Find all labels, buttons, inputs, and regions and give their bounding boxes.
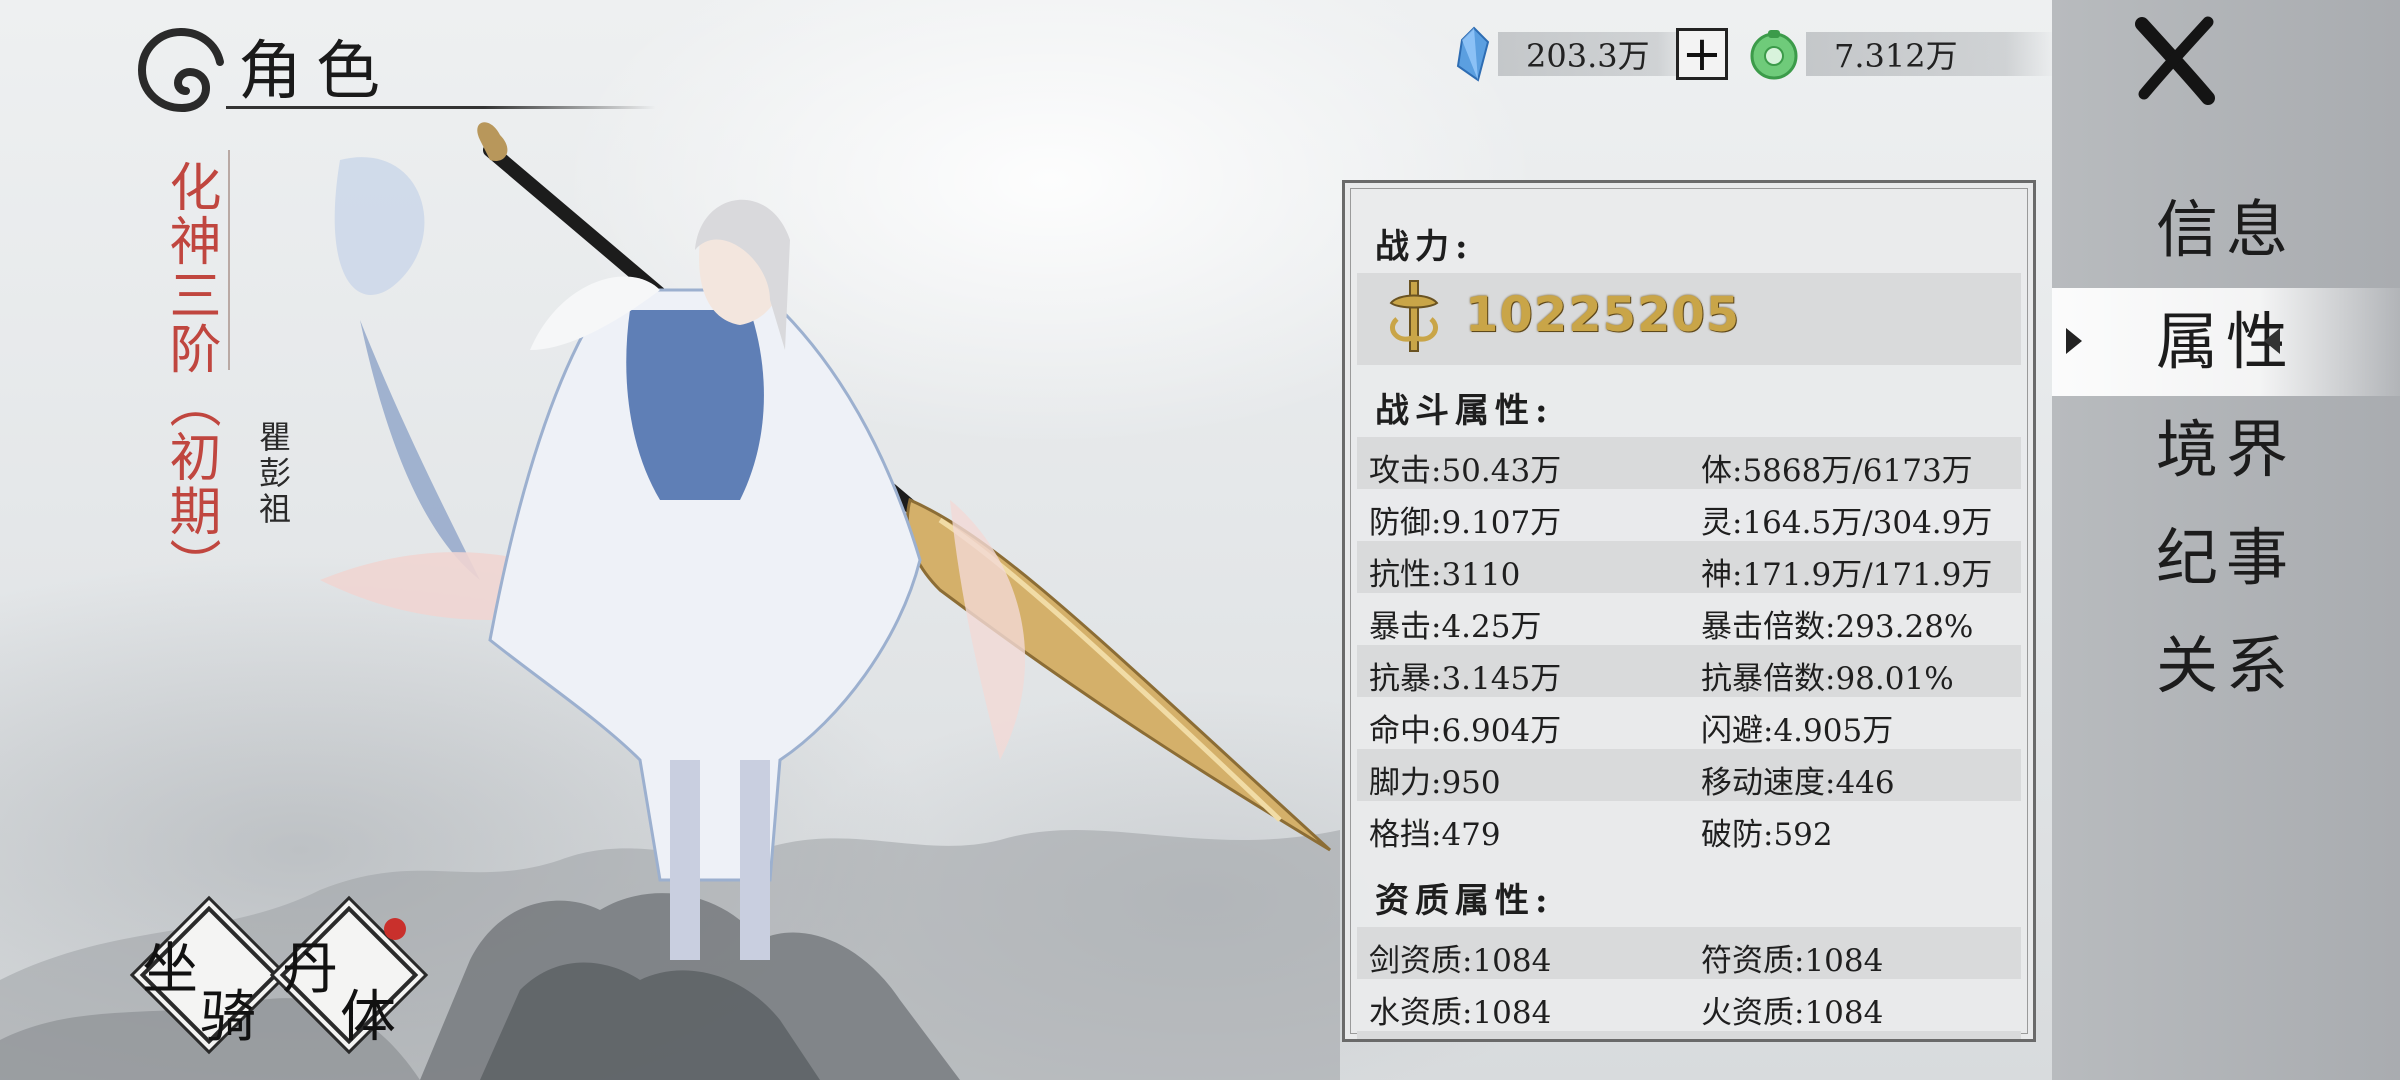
stat-talisman-aptitude: 符资质:1084 xyxy=(1701,943,1884,979)
stat-hit: 命中:6.904万 xyxy=(1369,713,1562,749)
stat-row: 防御:9.107万 灵:164.5万/304.9万 xyxy=(1357,489,2021,541)
stat-row: 脚力:950 移动速度:446 xyxy=(1357,749,2021,801)
active-tab-right-arrow-icon xyxy=(2264,328,2280,354)
stat-water-aptitude: 水资质:1084 xyxy=(1369,995,1552,1031)
combat-power-value: 10225205 xyxy=(1465,287,1741,343)
stat-crit: 暴击:4.25万 xyxy=(1369,609,1542,645)
cultivation-realm: 化神三阶（初期） xyxy=(160,160,220,592)
active-tab-left-arrow-icon xyxy=(2066,328,2082,354)
stat-crit-multiplier: 暴击倍数:293.28% xyxy=(1701,609,1974,645)
jade-currency: 7.312万 xyxy=(1748,28,2056,80)
add-currency-button[interactable]: + xyxy=(1676,28,1728,80)
jade-coin-icon xyxy=(1750,30,1798,80)
character-figure xyxy=(320,122,1332,960)
stat-row: 抗性:3110 神:171.9万/171.9万 xyxy=(1357,541,2021,593)
attributes-panel[interactable]: 战力: 10225205 战斗属性: 攻击:50.43万 体:5868万/617… xyxy=(1342,180,2036,1042)
power-box: 10225205 xyxy=(1357,273,2021,365)
blue-crystal-icon xyxy=(1456,26,1490,82)
stat-footwork: 脚力:950 xyxy=(1369,765,1501,801)
character-name: 瞿彭祖 xyxy=(254,420,292,528)
mount-button[interactable]: 坐 骑 xyxy=(139,905,279,1050)
tab-info[interactable]: 信息 xyxy=(2052,176,2400,284)
stat-fire-aptitude: 火资质:1084 xyxy=(1701,995,1884,1031)
aptitude-stats-label: 资质属性: xyxy=(1375,881,1554,921)
stat-crit-resist-multiplier: 抗暴倍数:98.01% xyxy=(1701,661,1954,697)
stat-resistance: 抗性:3110 xyxy=(1369,557,1521,593)
mount-label-2: 骑 xyxy=(200,985,256,1050)
stat-row-partial xyxy=(1357,1031,2021,1039)
stat-soul: 神:171.9万/171.9万 xyxy=(1701,557,1993,593)
stat-row: 命中:6.904万 闪避:4.905万 xyxy=(1357,697,2021,749)
body-label-1: 丹 xyxy=(282,937,338,1002)
stat-sword-aptitude: 剑资质:1084 xyxy=(1369,943,1552,979)
stat-defense: 防御:9.107万 xyxy=(1369,505,1562,541)
crystal-amount: 203.3万 xyxy=(1526,37,1650,75)
cloud-emblem-icon xyxy=(137,28,224,113)
mount-label-1: 坐 xyxy=(142,937,198,1002)
stat-dodge: 闪避:4.905万 xyxy=(1701,713,1894,749)
page-title-block: 角色 xyxy=(130,18,656,113)
close-icon[interactable] xyxy=(2128,14,2220,106)
stat-spirit: 灵:164.5万/304.9万 xyxy=(1701,505,1993,541)
page-title: 角色 xyxy=(238,35,394,109)
stat-row: 剑资质:1084 符资质:1084 xyxy=(1357,927,2021,979)
stat-row: 水资质:1084 火资质:1084 xyxy=(1357,979,2021,1031)
combat-stats-label: 战斗属性: xyxy=(1375,391,1554,431)
tab-chronicle[interactable]: 纪事 xyxy=(2052,504,2400,612)
stat-move-speed: 移动速度:446 xyxy=(1701,765,1895,801)
realm-divider xyxy=(228,150,230,370)
tab-relations[interactable]: 关系 xyxy=(2052,612,2400,720)
title-underline xyxy=(226,106,656,109)
jade-amount: 7.312万 xyxy=(1834,37,1958,75)
combat-power-sword-icon xyxy=(1389,280,1439,352)
stat-block: 格挡:479 xyxy=(1369,817,1501,853)
stat-armor-break: 破防:592 xyxy=(1701,817,1833,853)
notification-dot xyxy=(384,918,406,940)
stat-row: 攻击:50.43万 体:5868万/6173万 xyxy=(1357,437,2021,489)
stat-crit-resist: 抗暴:3.145万 xyxy=(1369,661,1562,697)
tab-realm[interactable]: 境界 xyxy=(2052,396,2400,504)
power-label: 战力: xyxy=(1375,227,1474,267)
tab-attributes[interactable]: 属性 xyxy=(2052,288,2400,396)
body-label-2: 体 xyxy=(340,985,396,1050)
stat-row: 格挡:479 破防:592 xyxy=(1357,801,2021,853)
stat-row: 抗暴:3.145万 抗暴倍数:98.01% xyxy=(1357,645,2021,697)
stat-body: 体:5868万/6173万 xyxy=(1701,453,1973,489)
crystal-currency: 203.3万 xyxy=(1452,26,1698,82)
stat-attack: 攻击:50.43万 xyxy=(1369,453,1562,489)
stat-row: 暴击:4.25万 暴击倍数:293.28% xyxy=(1357,593,2021,645)
